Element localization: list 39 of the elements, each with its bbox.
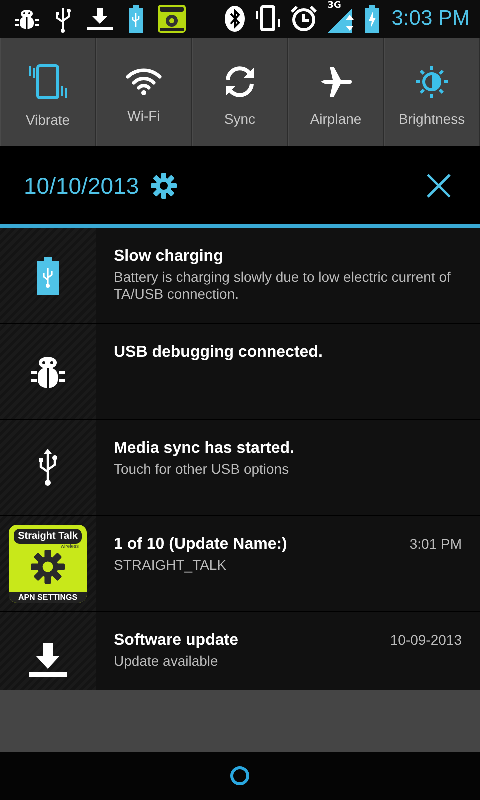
- notification-title: USB debugging connected.: [114, 344, 323, 362]
- notification[interactable]: USB debugging connected.: [0, 324, 480, 420]
- gear-icon: [31, 550, 65, 584]
- app-icon-caption: APN SETTINGS: [9, 592, 87, 602]
- notification-time: 10-09-2013: [390, 632, 462, 650]
- usb-icon: [54, 5, 72, 33]
- notification-text: Battery is charging slowly due to low electric current of TA/USB connection.: [114, 269, 452, 303]
- vibrate-icon: [254, 5, 282, 33]
- notification[interactable]: Slow charging Battery is charging slowly due to low electric current of TA/USB connection.: [0, 228, 480, 324]
- notification-title: Media sync has started.: [114, 440, 295, 458]
- quick-setting-tile[interactable]: Sync: [192, 38, 288, 146]
- close-icon[interactable]: [426, 173, 452, 199]
- date-label: 10/10/2013: [24, 172, 140, 200]
- quick-setting-tile[interactable]: Wi-Fi: [96, 38, 192, 146]
- download-icon: [28, 640, 68, 678]
- notification-title: Software update: [114, 632, 238, 650]
- notification-text: Update available: [114, 653, 220, 670]
- notification-title: 1 of 10 (Update Name:): [114, 536, 288, 554]
- quick-setting-tile[interactable]: Brightness: [384, 38, 480, 146]
- notification-title: Slow charging: [114, 248, 224, 266]
- app-icon-brand: Straight Talk: [14, 528, 82, 544]
- quick-setting-tile[interactable]: Airplane: [288, 38, 384, 146]
- network-type-label: 3G: [328, 1, 342, 11]
- battery-charging-icon: [364, 5, 380, 33]
- notification-time: 3:01 PM: [410, 536, 462, 554]
- notification-text: STRAIGHT_TALK: [114, 557, 228, 574]
- alarm-clock-icon: [290, 5, 318, 33]
- bluetooth-icon: [224, 5, 246, 33]
- clock: 3:03 PM: [392, 7, 470, 31]
- home-ring-icon[interactable]: [229, 765, 251, 787]
- battery-icon: [128, 5, 144, 33]
- quick-setting-tile[interactable]: Vibrate: [0, 38, 96, 146]
- download-icon: [86, 6, 114, 32]
- usb-icon: [37, 448, 59, 486]
- notification[interactable]: Software update 10-09-2013 Update available: [0, 612, 480, 690]
- app-icon: [158, 5, 186, 33]
- notification-text: Touch for other USB options: [114, 461, 290, 478]
- battery-usb-icon: [37, 256, 59, 294]
- notification[interactable]: Media sync has started. Touch for other USB options: [0, 420, 480, 516]
